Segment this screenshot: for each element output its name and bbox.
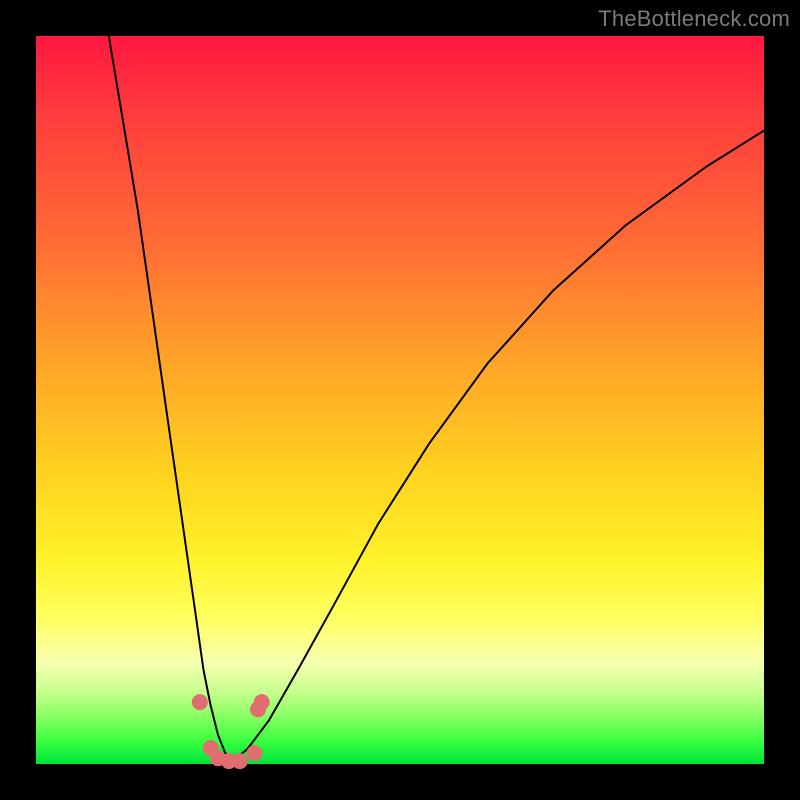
chart-overlay (36, 36, 764, 764)
markers-group (192, 694, 270, 769)
bottleneck-curve-left (109, 36, 233, 760)
bottleneck-curve-right (233, 131, 764, 761)
data-point (192, 694, 208, 710)
data-point (232, 753, 248, 769)
watermark-label: TheBottleneck.com (598, 6, 790, 32)
data-point (246, 745, 262, 761)
curve-group (109, 36, 764, 760)
chart-frame: TheBottleneck.com (0, 0, 800, 800)
data-point (254, 694, 270, 710)
